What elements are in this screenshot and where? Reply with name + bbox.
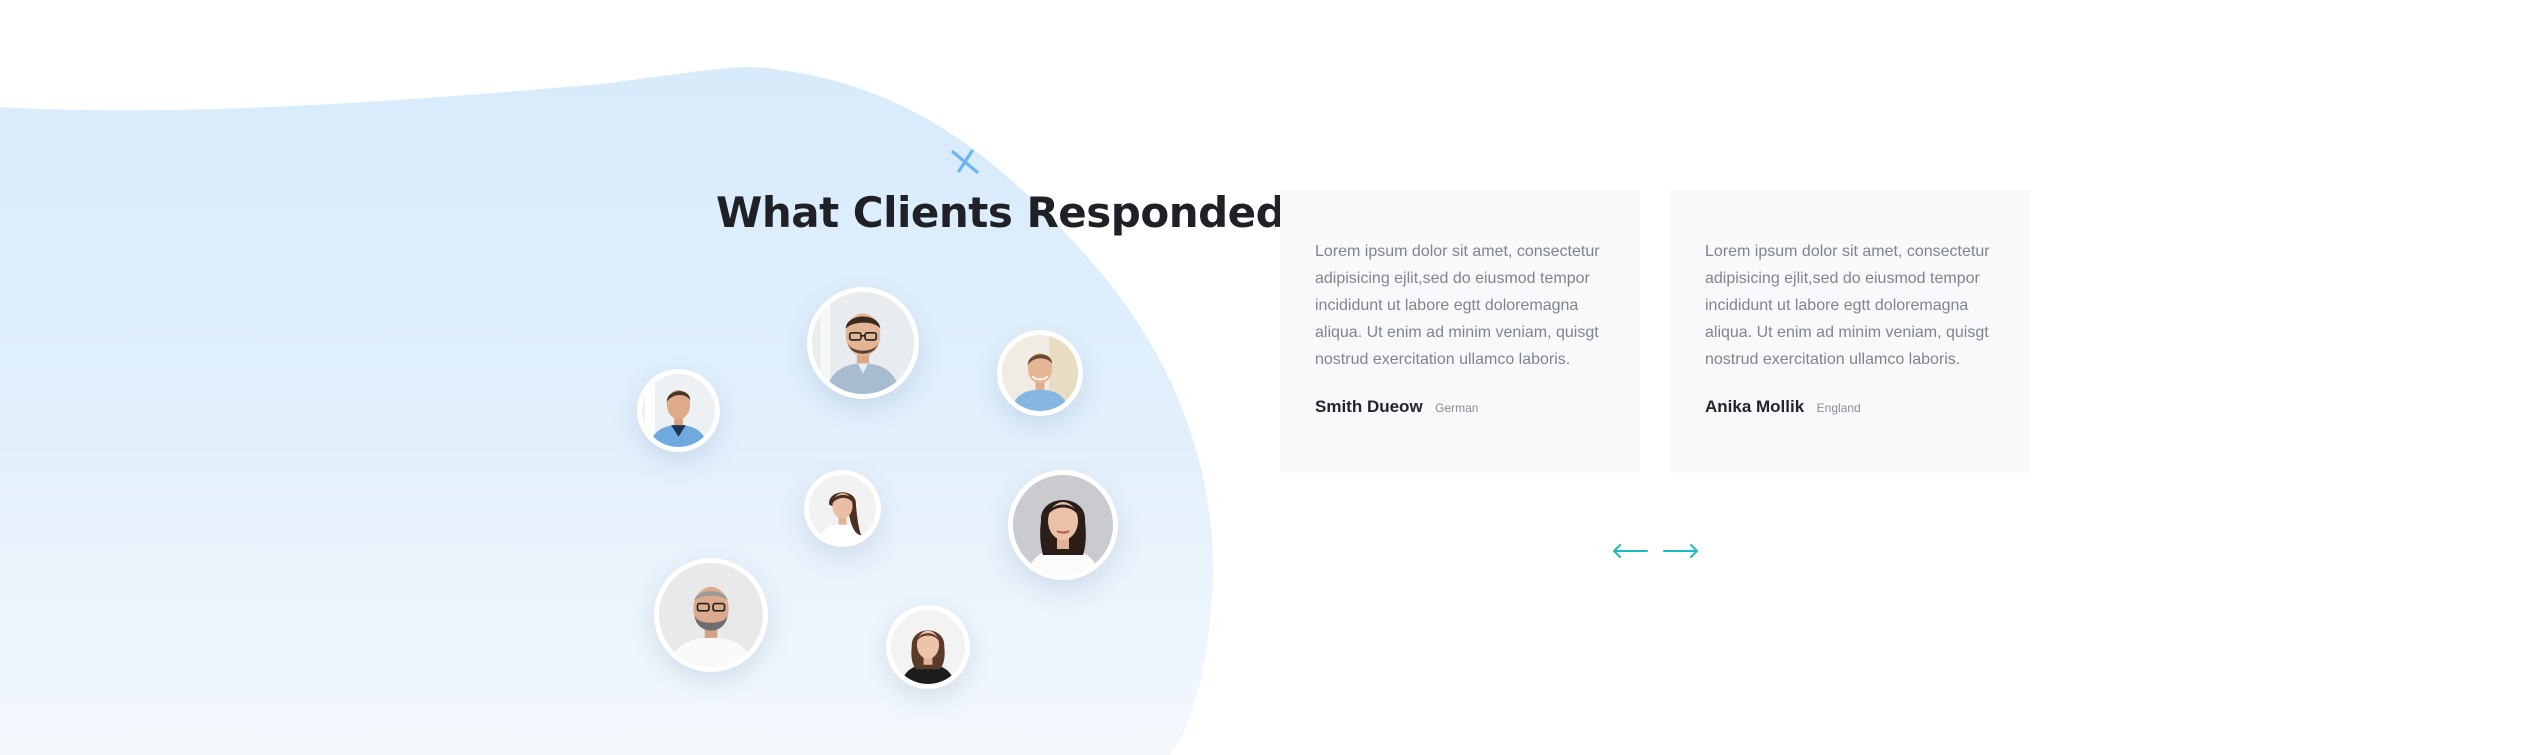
background-blob-shape (0, 67, 1214, 755)
author-name: Anika Mollik (1705, 397, 1805, 416)
client-avatar (804, 470, 881, 547)
prev-arrow-icon[interactable] (1611, 542, 1649, 560)
client-avatar (997, 330, 1083, 416)
next-arrow-icon[interactable] (1662, 542, 1700, 560)
testimonial-quote: Lorem ipsum dolor sit amet, consectetur … (1315, 243, 1600, 368)
testimonial-quote: Lorem ipsum dolor sit amet, consectetur … (1705, 243, 1990, 368)
testimonial-author: Anika Mollik England (1705, 397, 1995, 417)
section-heading: What Clients Responded (716, 188, 1286, 237)
decorative-cross-icon (951, 149, 979, 174)
author-name: Smith Dueow (1315, 397, 1423, 416)
client-avatar (637, 369, 720, 452)
testimonial-card: Lorem ipsum dolor sit amet, consectetur … (1670, 190, 2030, 473)
client-avatar (1008, 470, 1118, 580)
client-avatar (654, 558, 768, 672)
testimonial-author: Smith Dueow German (1315, 397, 1605, 417)
testimonial-card: Lorem ipsum dolor sit amet, consectetur … (1280, 190, 1640, 473)
author-country: German (1435, 401, 1479, 415)
client-avatar (807, 287, 919, 399)
client-avatar (886, 605, 970, 689)
author-country: England (1816, 401, 1861, 415)
